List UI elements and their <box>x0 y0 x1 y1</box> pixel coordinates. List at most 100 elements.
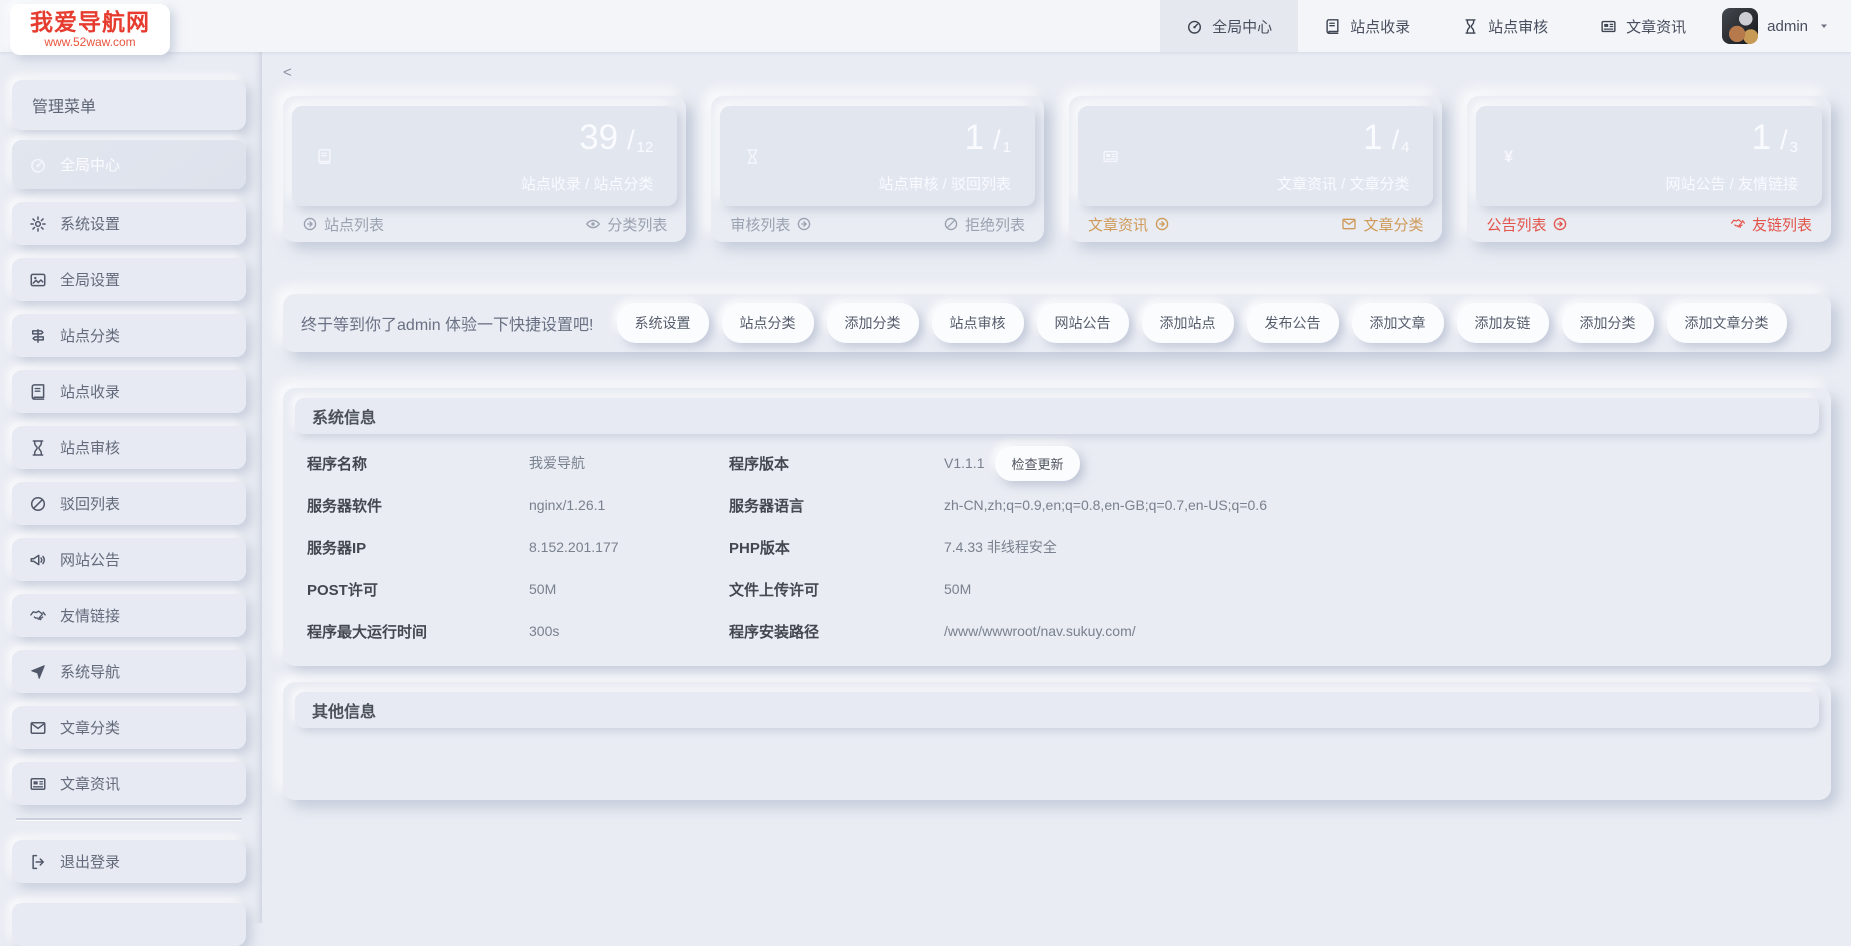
quick-button-9[interactable]: 添加友链 <box>1457 303 1549 343</box>
quickbar-username: admin <box>397 317 441 334</box>
sidebar-item-8[interactable]: 网站公告 <box>12 538 246 581</box>
stat-link-label: 友链列表 <box>1752 214 1812 235</box>
sidebar-divider <box>16 818 242 820</box>
sidebar-item-3[interactable]: 全局设置 <box>12 258 246 301</box>
sidebar-item-7[interactable]: 驳回列表 <box>12 482 246 525</box>
sidebar-item-logout[interactable]: 退出登录 <box>12 840 246 883</box>
info-label: 程序版本 <box>729 442 944 484</box>
arrow-circle-right-icon <box>1552 216 1568 232</box>
sidebar-item-6[interactable]: 站点审核 <box>12 426 246 469</box>
stat-card-3-link-1[interactable]: 文章资讯 <box>1088 214 1170 235</box>
stat-value: 1 <box>1752 118 1771 157</box>
sidebar-item-9[interactable]: 友情链接 <box>12 594 246 637</box>
stat-total: 12 <box>637 139 654 156</box>
image-icon <box>29 271 47 289</box>
svg-text:¥: ¥ <box>1504 148 1513 165</box>
info-value: /www/wwwroot/nav.sukuy.com/ <box>944 610 1807 652</box>
quick-button-6[interactable]: 添加站点 <box>1142 303 1234 343</box>
other-info-panel: 其他信息 <box>283 682 1831 800</box>
top-nav-label: 站点收录 <box>1350 16 1410 37</box>
quick-button-8[interactable]: 添加文章 <box>1352 303 1444 343</box>
sidebar-item-label: 站点分类 <box>60 325 120 346</box>
quick-button-5[interactable]: 网站公告 <box>1037 303 1129 343</box>
stat-card-2: 1/1站点审核 / 驳回列表审核列表拒绝列表 <box>711 96 1044 242</box>
top-nav-item-4[interactable]: 文章资讯 <box>1574 0 1712 52</box>
check-update-button[interactable]: 检查更新 <box>995 446 1079 481</box>
quick-button-10[interactable]: 添加分类 <box>1562 303 1654 343</box>
info-value: 我爱导航 <box>529 442 729 484</box>
sidebar-item-label: 站点收录 <box>60 381 120 402</box>
stat-card-3-link-2[interactable]: 文章分类 <box>1341 214 1423 235</box>
info-label: 程序名称 <box>307 442 529 484</box>
stat-card-2-link-2[interactable]: 拒绝列表 <box>943 214 1025 235</box>
newspaper-icon <box>29 775 47 793</box>
sidebar-item-11[interactable]: 文章分类 <box>12 706 246 749</box>
stat-card-4-link-1[interactable]: 公告列表 <box>1486 214 1568 235</box>
sidebar-item-label: 站点审核 <box>60 437 120 458</box>
gear-icon <box>29 215 47 233</box>
quick-button-11[interactable]: 添加文章分类 <box>1667 303 1787 343</box>
envelope-icon <box>1341 216 1357 232</box>
stat-card-4: ¥1/3网站公告 / 友情链接公告列表 友链列表 <box>1467 96 1831 242</box>
bullhorn-icon <box>29 551 47 569</box>
yen-icon: ¥ <box>1500 148 1517 165</box>
top-nav-label: 站点审核 <box>1488 16 1548 37</box>
username: admin <box>1767 18 1808 35</box>
sidebar-item-4[interactable]: 站点分类 <box>12 314 246 357</box>
handshake-icon <box>29 607 47 625</box>
info-label: POST许可 <box>307 568 529 610</box>
info-value: 7.4.33 非线程安全 <box>944 526 1807 568</box>
sidebar-item-label: 驳回列表 <box>60 493 120 514</box>
ban-icon <box>943 216 959 232</box>
sidebar-item-partial <box>12 903 246 946</box>
brand-title: 我爱导航网 <box>30 9 150 35</box>
system-info-title: 系统信息 <box>295 398 1819 434</box>
stat-card-1-link-2[interactable]: 分类列表 <box>585 214 667 235</box>
signpost-icon <box>29 327 47 345</box>
location-arrow-icon <box>29 663 47 681</box>
stat-card-1: 39/12站点收录 / 站点分类站点列表分类列表 <box>283 96 686 242</box>
stat-link-label: 文章分类 <box>1363 214 1423 235</box>
quick-button-4[interactable]: 站点审核 <box>932 303 1024 343</box>
logout-label: 退出登录 <box>60 851 120 872</box>
sidebar-item-1[interactable]: 全局中心 <box>12 140 246 189</box>
book-icon <box>1324 18 1341 35</box>
stat-card-1-summary: 39/12站点收录 / 站点分类 <box>292 106 677 206</box>
hourglass-icon <box>1462 18 1479 35</box>
stat-card-1-link-1[interactable]: 站点列表 <box>302 214 384 235</box>
top-nav-item-2[interactable]: 站点收录 <box>1298 0 1436 52</box>
stat-card-4-summary: ¥1/3网站公告 / 友情链接 <box>1476 106 1822 206</box>
book-icon <box>316 148 333 165</box>
quick-button-7[interactable]: 发布公告 <box>1247 303 1339 343</box>
logo[interactable]: 我爱导航网 www.52waw.com <box>10 4 170 55</box>
sidebar-item-label: 系统导航 <box>60 661 120 682</box>
book-icon <box>29 383 47 401</box>
quick-button-2[interactable]: 站点分类 <box>722 303 814 343</box>
sidebar-item-12[interactable]: 文章资讯 <box>12 762 246 805</box>
sidebar-item-10[interactable]: 系统导航 <box>12 650 246 693</box>
handshake-icon <box>1730 216 1746 232</box>
quick-button-3[interactable]: 添加分类 <box>827 303 919 343</box>
sidebar-item-5[interactable]: 站点收录 <box>12 370 246 413</box>
quick-button-1[interactable]: 系统设置 <box>617 303 709 343</box>
stat-value: 39 <box>579 118 618 157</box>
envelope-icon <box>29 719 47 737</box>
stat-card-2-link-1[interactable]: 审核列表 <box>730 214 812 235</box>
quickbar: 终于等到你了admin 体验一下快捷设置吧! 系统设置站点分类添加分类站点审核网… <box>283 294 1831 352</box>
sidebar-collapse-toggle[interactable]: < <box>283 64 305 82</box>
sidebar-item-2[interactable]: 系统设置 <box>12 202 246 245</box>
user-menu[interactable]: admin <box>1712 0 1851 52</box>
stat-card-4-link-2[interactable]: 友链列表 <box>1730 214 1812 235</box>
stat-label: 网站公告 / 友情链接 <box>1665 173 1798 194</box>
hourglass-icon <box>29 439 47 457</box>
arrow-circle-right-icon <box>1154 216 1170 232</box>
info-label: 文件上传许可 <box>729 568 944 610</box>
info-value: 300s <box>529 610 729 652</box>
stat-label: 文章资讯 / 文章分类 <box>1277 173 1410 194</box>
stat-label: 站点收录 / 站点分类 <box>521 173 654 194</box>
top-nav-item-1[interactable]: 全局中心 <box>1160 0 1298 52</box>
quickbar-greeting: 终于等到你了admin 体验一下快捷设置吧! <box>301 311 594 335</box>
top-nav-item-3[interactable]: 站点审核 <box>1436 0 1574 52</box>
info-label: 服务器语言 <box>729 484 944 526</box>
ban-icon <box>29 495 47 513</box>
